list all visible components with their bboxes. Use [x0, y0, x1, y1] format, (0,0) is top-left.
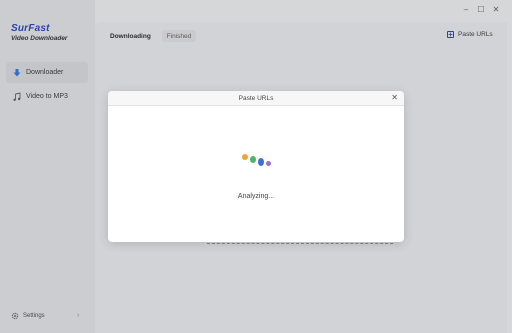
loader-dot: [266, 161, 271, 166]
loader-dot: [242, 154, 248, 160]
loading-spinner: [240, 153, 280, 169]
dialog-header: Paste URLs ✕: [108, 91, 404, 106]
dialog-title: Paste URLs: [238, 94, 274, 102]
close-icon[interactable]: ✕: [391, 93, 398, 102]
loader-dot: [250, 156, 256, 163]
loader-dot: [258, 158, 264, 166]
analyzing-status: Analyzing...: [237, 193, 275, 200]
paste-urls-dialog: Paste URLs ✕ Analyzing...: [108, 91, 404, 242]
